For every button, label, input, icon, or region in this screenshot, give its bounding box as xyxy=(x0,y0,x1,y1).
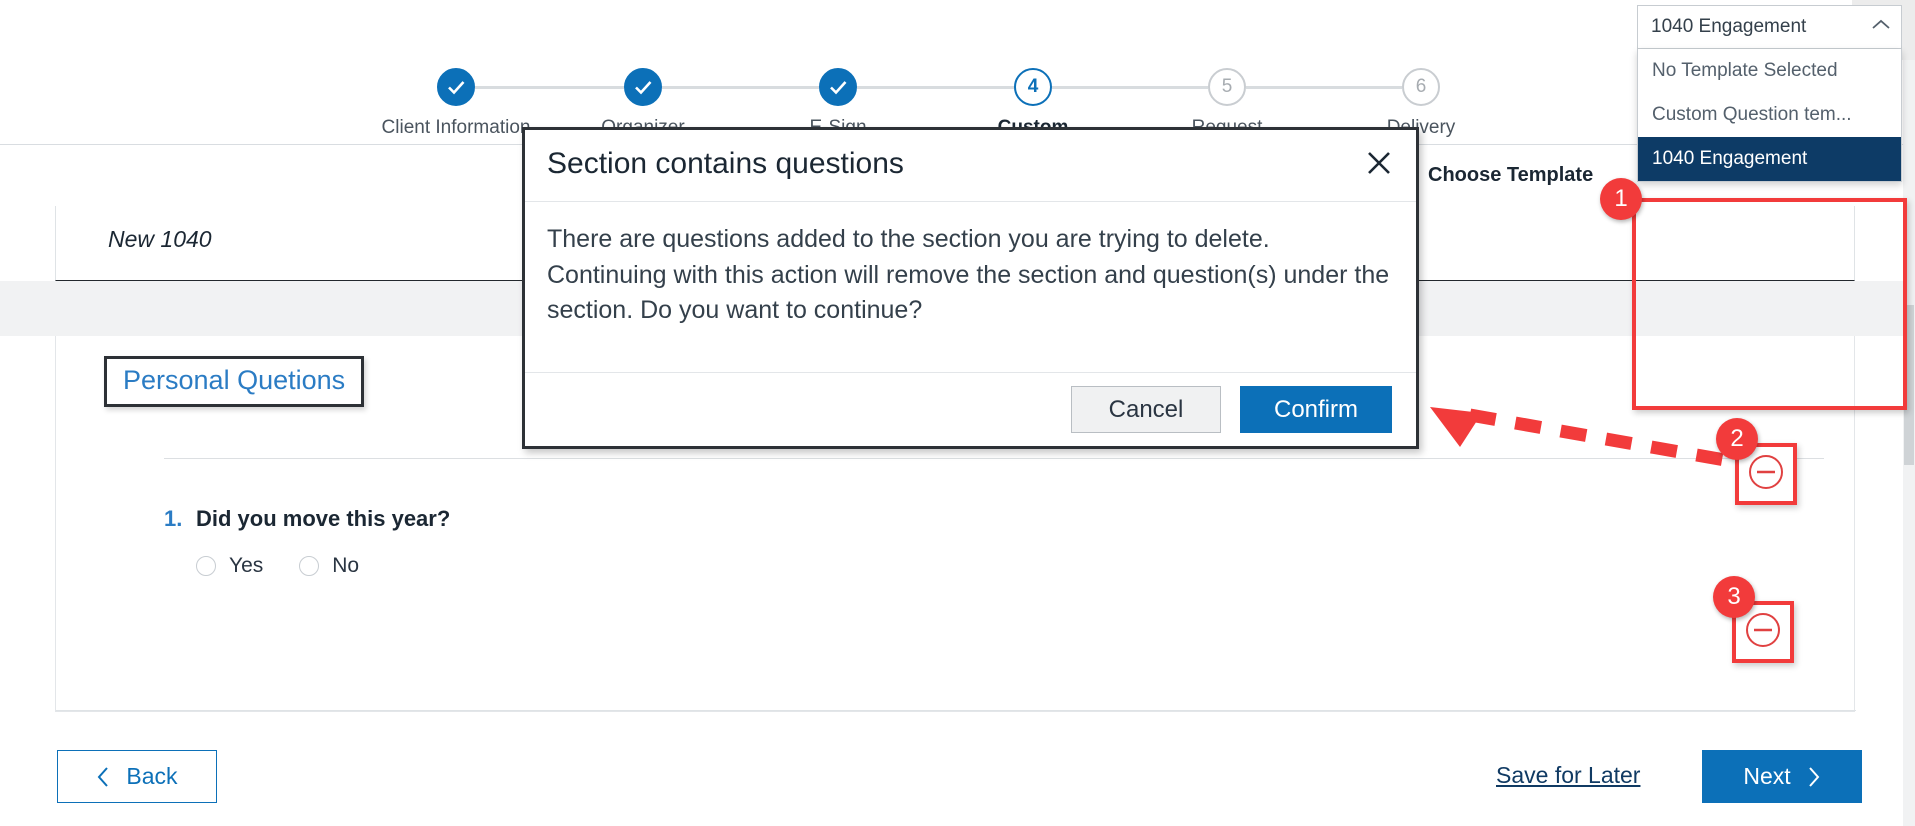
stepper-connector xyxy=(1246,86,1402,89)
confirm-dialog: Section contains questions There are que… xyxy=(522,127,1419,449)
stepper-step-number: 4 xyxy=(1014,68,1052,106)
radio-circle-no[interactable] xyxy=(299,556,320,576)
dialog-header: Section contains questions xyxy=(525,130,1416,202)
section-title-box[interactable]: Personal Quetions xyxy=(104,356,365,407)
template-option[interactable]: No Template Selected xyxy=(1638,49,1901,93)
template-dropdown-list[interactable]: No Template Selected Custom Question tem.… xyxy=(1637,49,1902,182)
check-icon xyxy=(819,68,857,106)
template-select[interactable]: 1040 Engagement xyxy=(1637,5,1902,49)
back-button-label: Back xyxy=(126,763,178,789)
minus-circle-icon xyxy=(1746,452,1786,497)
section-title: Personal Quetions xyxy=(123,365,346,395)
choose-template-label: Choose Template xyxy=(1428,164,1594,186)
dialog-message: There are questions added to the section… xyxy=(547,225,1390,324)
annotation-marker-1: 1 xyxy=(1600,178,1642,220)
stepper-step-label: Client Information xyxy=(381,117,531,138)
stepper-connector xyxy=(1052,86,1208,89)
save-for-later-link[interactable]: Save for Later xyxy=(1496,762,1640,789)
question-text: Did you move this year? xyxy=(196,506,451,531)
annotation-marker-3: 3 xyxy=(1713,576,1755,618)
dialog-close-icon[interactable] xyxy=(1364,148,1394,183)
dialog-footer: Cancel Confirm xyxy=(525,372,1416,446)
dashed-arrow-left-icon xyxy=(1430,407,1727,467)
stepper-step-client-information[interactable]: Client Information xyxy=(381,68,531,141)
stepper-connector xyxy=(662,86,819,89)
radio-label-yes: Yes xyxy=(229,554,264,577)
page-scrollbar[interactable] xyxy=(1903,60,1915,826)
stepper-step-number: 5 xyxy=(1208,68,1246,106)
template-option[interactable]: Custom Question tem... xyxy=(1638,93,1901,137)
back-button[interactable]: Back xyxy=(57,750,217,803)
stepper-step-number: 6 xyxy=(1402,68,1440,106)
radio-label-no: No xyxy=(332,554,360,577)
radio-option-no[interactable]: No xyxy=(299,554,359,578)
next-button[interactable]: Next xyxy=(1702,750,1862,803)
radio-circle-yes[interactable] xyxy=(196,556,216,576)
next-button-label: Next xyxy=(1743,763,1791,789)
template-selected-value: 1040 Engagement xyxy=(1651,16,1807,37)
wizard-footer: Back Save for Later Next xyxy=(0,712,1915,826)
annotation-box-template xyxy=(1632,198,1907,410)
chevron-right-icon xyxy=(1807,766,1821,788)
template-option[interactable]: 1040 Engagement xyxy=(1638,137,1901,181)
check-icon xyxy=(624,68,662,106)
minus-circle-icon xyxy=(1743,610,1783,655)
annotation-marker-2: 2 xyxy=(1716,418,1758,460)
radio-option-yes[interactable]: Yes xyxy=(196,554,263,578)
stepper-connector xyxy=(857,86,1014,89)
dialog-cancel-button[interactable]: Cancel xyxy=(1071,386,1221,433)
question-options: Yes No xyxy=(196,554,359,578)
dialog-confirm-button[interactable]: Confirm xyxy=(1240,386,1392,433)
stepper-connector xyxy=(475,86,624,89)
question-number: 1. xyxy=(164,506,183,531)
dialog-title: Section contains questions xyxy=(547,147,904,180)
card-bottom-divider xyxy=(56,710,1856,711)
check-icon xyxy=(437,68,475,106)
chevron-up-icon xyxy=(1871,18,1891,36)
app-root: Client InformationOrganizerE-Sign4Custom… xyxy=(0,0,1915,826)
chevron-left-icon xyxy=(96,766,110,788)
document-name: New 1040 xyxy=(108,226,212,252)
